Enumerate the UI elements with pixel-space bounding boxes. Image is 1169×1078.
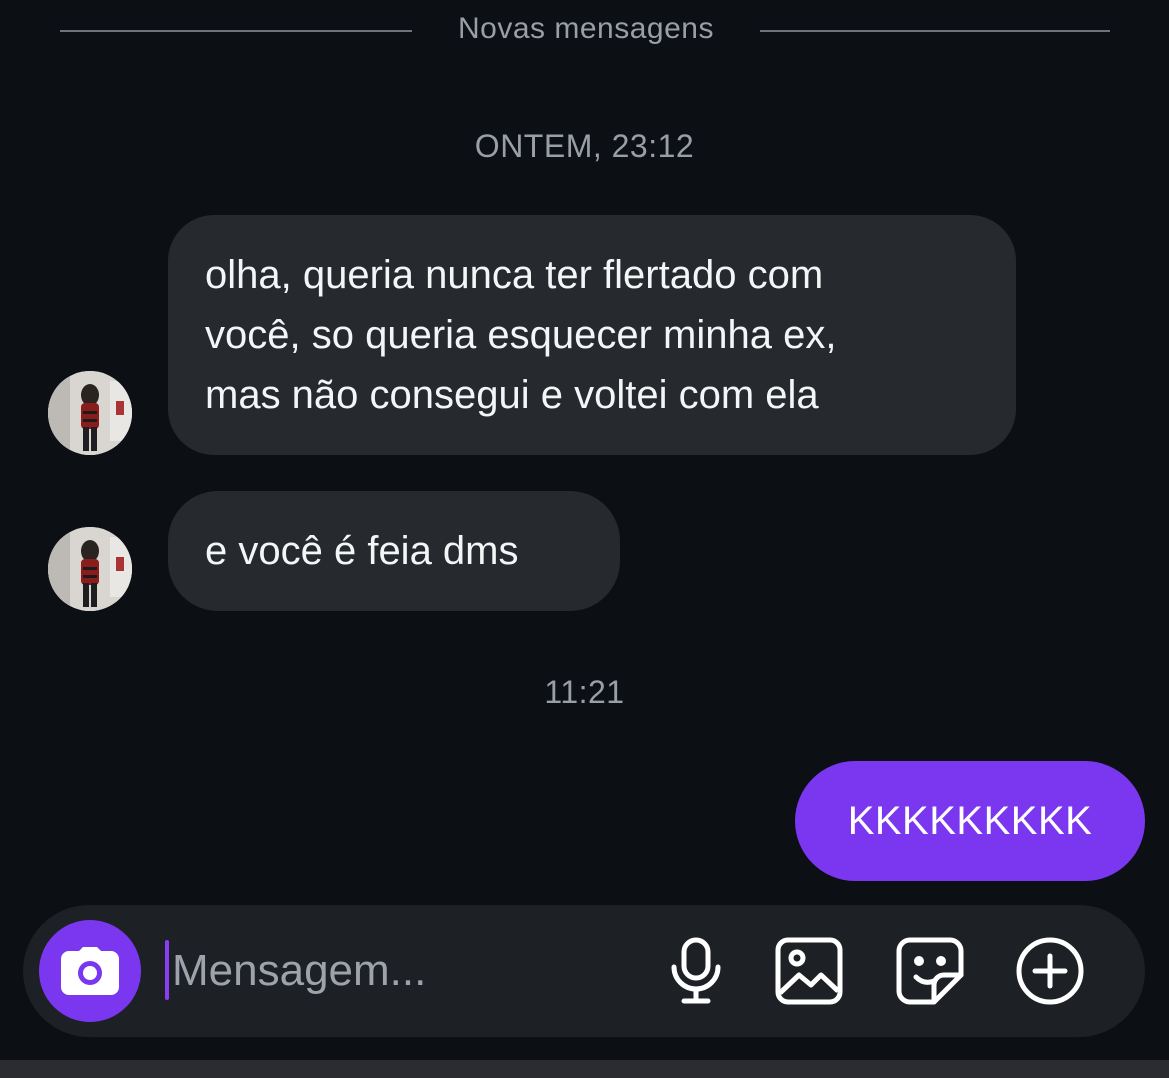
received-message-bubble[interactable]: e você é feia dms [168,491,620,611]
message-text-line: olha, queria nunca ter flertado com [205,253,824,297]
camera-button[interactable] [39,920,141,1022]
message-timestamp: 11:21 [544,674,625,710]
image-icon [775,937,843,1005]
text-cursor [165,940,169,1000]
bottom-bar [0,1060,1169,1078]
message-text-line: mas não consegui e voltei com ela [205,373,819,417]
new-messages-divider-right [760,30,1110,32]
message-text-line: você, so queria esquecer minha ex, [205,313,837,357]
sender-avatar[interactable] [48,371,132,455]
message-timestamp: ONTEM, 23:12 [474,128,695,164]
message-text: KKKKKKKKK [847,799,1093,843]
sticker-icon [896,937,964,1005]
received-message-bubble[interactable]: olha, queria nunca ter flertado com você… [168,215,1016,455]
sent-message-bubble[interactable]: KKKKKKKKK [795,761,1145,881]
message-input[interactable] [172,938,632,1004]
new-messages-divider-left [60,30,412,32]
new-messages-label: Novas mensagens [458,12,714,45]
plus-circle-icon [1016,937,1084,1005]
voice-message-button[interactable] [660,935,732,1007]
gallery-button[interactable] [773,935,845,1007]
message-text-line: e você é feia dms [205,529,519,573]
microphone-icon [671,937,721,1004]
sender-avatar[interactable] [48,527,132,611]
sticker-button[interactable] [894,935,966,1007]
more-options-button[interactable] [1014,935,1086,1007]
camera-icon [61,947,119,995]
